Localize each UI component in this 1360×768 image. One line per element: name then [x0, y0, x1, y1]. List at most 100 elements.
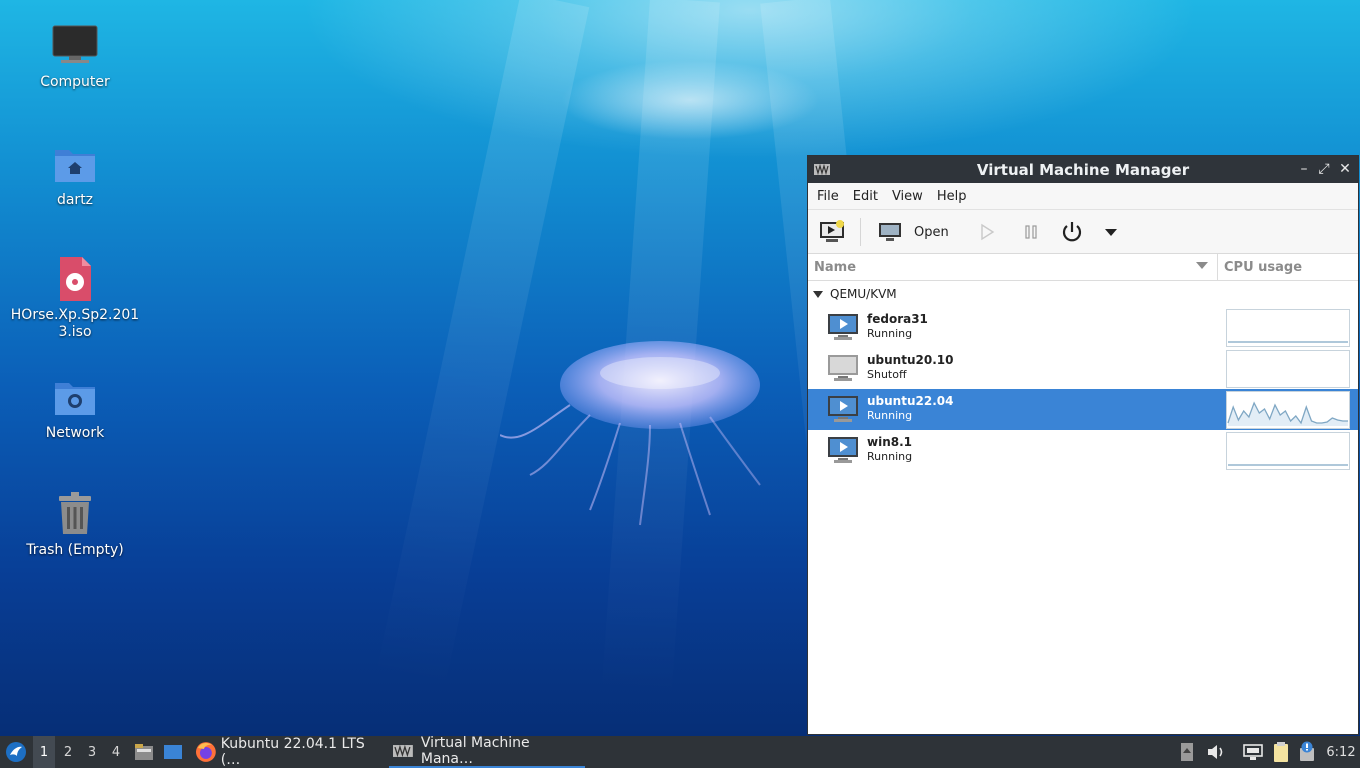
- disc-image-icon: [51, 255, 99, 303]
- menu-help[interactable]: Help: [930, 189, 974, 204]
- shutdown-menu-button[interactable]: [1104, 218, 1118, 246]
- clipboard-tray-button[interactable]: [1270, 736, 1292, 768]
- vm-row[interactable]: win8.1 Running: [808, 430, 1358, 471]
- volume-button[interactable]: [1206, 736, 1226, 768]
- shutdown-button[interactable]: [1060, 218, 1084, 246]
- light-glow: [300, 0, 1200, 160]
- toolbar-separator: [860, 218, 861, 246]
- task-label: Virtual Machine Mana…: [420, 735, 530, 767]
- show-desktop-button[interactable]: [161, 736, 185, 768]
- run-button[interactable]: [978, 218, 996, 246]
- task-firefox[interactable]: Kubuntu 22.04.1 LTS (…: [191, 736, 387, 768]
- vm-name: fedora31: [867, 312, 928, 326]
- window-title: Virtual Machine Manager: [976, 160, 1190, 179]
- play-icon: [981, 223, 995, 241]
- desktop-icon-label: Network: [45, 425, 105, 441]
- speaker-icon: [1208, 745, 1223, 759]
- firefox-icon: [195, 742, 216, 762]
- desktop-icon-label: Trash (Empty): [26, 542, 124, 558]
- minimize-button[interactable]: –: [1296, 161, 1312, 177]
- menu-file[interactable]: File: [810, 189, 846, 204]
- vm-status: Running: [867, 409, 913, 422]
- vm-row[interactable]: ubuntu22.04 Running: [808, 389, 1358, 430]
- sort-arrow-icon[interactable]: [1196, 262, 1208, 269]
- vm-status: Shutoff: [867, 368, 907, 381]
- scroll-up-icon: [1181, 743, 1193, 761]
- vm-running-icon: [828, 314, 858, 340]
- open-button-label: Open: [914, 224, 949, 240]
- task-vmm[interactable]: Virtual Machine Mana…: [389, 735, 585, 768]
- menu-edit[interactable]: Edit: [846, 189, 885, 204]
- vm-name: ubuntu22.04: [867, 394, 954, 408]
- pause-button[interactable]: [1022, 218, 1040, 246]
- desktop-icon-label: dartz: [56, 192, 94, 208]
- vm-name: win8.1: [867, 435, 912, 449]
- menu-view[interactable]: View: [885, 189, 930, 204]
- cpu-usage-graph: [1226, 391, 1350, 429]
- update-notifier-icon: [1300, 741, 1314, 761]
- vmm-icon: [393, 745, 413, 757]
- vm-list: fedora31 Running ubuntu20.10 Shutoff ubuntu2…: [808, 307, 1358, 471]
- toolbar: Open: [808, 210, 1358, 254]
- column-divider[interactable]: [1217, 254, 1218, 280]
- update-notifier-button[interactable]: [1296, 736, 1318, 768]
- vm-row[interactable]: ubuntu20.10 Shutoff: [808, 348, 1358, 389]
- group-label: QEMU/KVM: [830, 287, 897, 301]
- cpu-usage-line: [1228, 341, 1348, 343]
- cpu-usage-graph: [1226, 432, 1350, 470]
- pause-icon: [1025, 225, 1037, 239]
- desktop-icon-home[interactable]: dartz: [5, 140, 145, 209]
- desktop-icon-iso[interactable]: HOrse.Xp.Sp2.2013.iso: [5, 255, 145, 341]
- cpu-usage-line: [1227, 401, 1348, 426]
- tray-scroll-up[interactable]: [1179, 736, 1195, 768]
- new-vm-button[interactable]: [818, 218, 846, 246]
- desktop-icon-label: HOrse.Xp.Sp2.2013.iso: [10, 307, 140, 340]
- expander-icon[interactable]: [813, 290, 823, 298]
- desktop-icon-network[interactable]: Network: [5, 373, 145, 442]
- taskbar: 1 2 3 4 Kubuntu 22.04.1 LTS (… Virtual M…: [0, 735, 1360, 768]
- trash-icon: [51, 490, 99, 538]
- workspace-3[interactable]: 3: [81, 736, 103, 768]
- workspace-2[interactable]: 2: [57, 736, 79, 768]
- vm-status: Running: [867, 450, 913, 463]
- cpu-usage-line: [1228, 464, 1348, 466]
- workspace-4[interactable]: 4: [105, 736, 127, 768]
- vm-running-icon: [828, 437, 858, 463]
- desktop-icon-label: Computer: [40, 74, 110, 90]
- network-tray-button[interactable]: [1242, 736, 1264, 768]
- task-label: Kubuntu 22.04.1 LTS (…: [220, 736, 365, 768]
- file-manager-launcher[interactable]: [133, 736, 155, 768]
- vm-status: Running: [867, 327, 913, 340]
- vmm-window: Virtual Machine Manager – ⤢ ✕ File Edit …: [807, 155, 1359, 735]
- vmm-app-icon: [814, 164, 830, 175]
- workspace-1[interactable]: 1: [33, 736, 55, 768]
- clock[interactable]: 6:12: [1325, 736, 1357, 768]
- monitor-icon: [879, 223, 901, 241]
- desktop-icon-trash[interactable]: Trash (Empty): [5, 490, 145, 559]
- lubuntu-logo-icon: [6, 742, 26, 762]
- jellyfish-wallpaper: [500, 341, 761, 526]
- window-titlebar[interactable]: Virtual Machine Manager – ⤢ ✕: [808, 156, 1358, 183]
- open-button[interactable]: Open: [878, 218, 949, 246]
- power-icon: [1062, 222, 1082, 242]
- vm-row[interactable]: fedora31 Running: [808, 307, 1358, 348]
- start-menu-button[interactable]: [4, 736, 28, 768]
- computer-icon: [51, 22, 99, 70]
- new-vm-icon: [820, 220, 844, 242]
- desktop-icon-computer[interactable]: Computer: [5, 22, 145, 91]
- desktop-icon: [164, 745, 182, 759]
- column-name[interactable]: Name: [814, 260, 856, 275]
- close-button[interactable]: ✕: [1337, 161, 1353, 177]
- cpu-usage-graph: [1226, 309, 1350, 347]
- menubar: File Edit View Help: [808, 183, 1358, 210]
- vm-running-icon: [828, 396, 858, 422]
- clipboard-icon: [1274, 742, 1288, 762]
- column-cpu-usage[interactable]: CPU usage: [1224, 260, 1302, 275]
- home-folder-icon: [51, 140, 99, 188]
- group-row-qemu-kvm[interactable]: QEMU/KVM: [808, 281, 1358, 307]
- maximize-button[interactable]: ⤢: [1316, 161, 1332, 177]
- desktop: Computer dartz HOrse.Xp.Sp2.2013.iso Net…: [0, 0, 1360, 736]
- network-folder-icon: [51, 373, 99, 421]
- network-wired-icon: [1243, 744, 1263, 760]
- vm-shutoff-icon: [828, 355, 858, 381]
